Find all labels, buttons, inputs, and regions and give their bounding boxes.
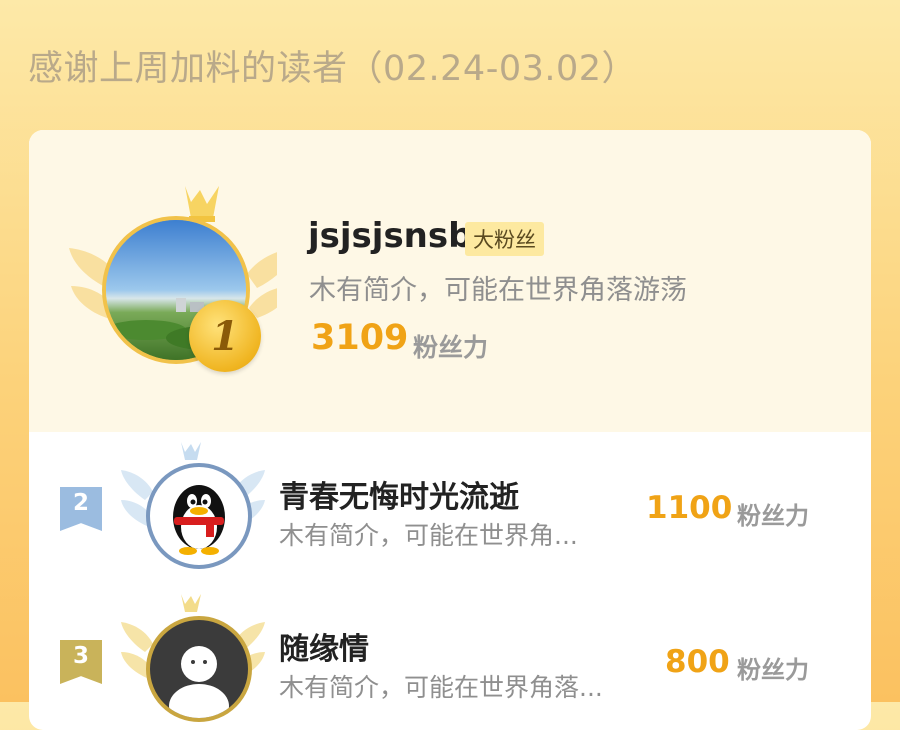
- rank-3-flag: 3: [60, 640, 102, 684]
- user-name[interactable]: 青春无悔时光流逝: [279, 472, 519, 516]
- fan-power-score: 800: [665, 644, 730, 680]
- fan-power-unit: 粉丝力: [737, 656, 809, 684]
- avatar[interactable]: [146, 616, 252, 722]
- leaderboard-entry-3[interactable]: 3 随缘情 木有简介，可能在世界角落... 800 粉丝力: [29, 588, 871, 730]
- fan-power-unit: 粉丝力: [737, 502, 809, 530]
- penguin-icon: [173, 485, 225, 555]
- rank-1-medal: 1: [189, 300, 261, 372]
- user-bio: 木有简介，可能在世界角...: [279, 521, 578, 550]
- page-title: 感谢上周加料的读者（02.24-03.02）: [28, 49, 638, 89]
- user-name[interactable]: jsjsjsnsb: [308, 216, 472, 256]
- default-user-icon: [169, 646, 229, 718]
- fan-badge: 大粉丝: [465, 222, 544, 256]
- user-bio: 木有简介，可能在世界角落游荡: [309, 275, 687, 306]
- fan-power-score: 3109: [311, 318, 409, 358]
- fan-power-score: 1100: [646, 490, 733, 526]
- leaderboard-entry-2[interactable]: 2 青春无悔时光流逝 木有简介，可能在世界角... 1100 粉丝力: [29, 432, 871, 592]
- leaderboard-card: 1 jsjsjsnsb 大粉丝 木有简介，可能在世界角落游荡 3109 粉丝力 …: [29, 130, 871, 730]
- avatar[interactable]: [146, 463, 252, 569]
- user-bio: 木有简介，可能在世界角落...: [279, 673, 603, 702]
- fan-power-unit: 粉丝力: [413, 333, 489, 362]
- leaderboard-entry-1[interactable]: 1 jsjsjsnsb 大粉丝 木有简介，可能在世界角落游荡 3109 粉丝力: [29, 130, 871, 432]
- user-name[interactable]: 随缘情: [279, 624, 369, 668]
- rank-2-flag: 2: [60, 487, 102, 531]
